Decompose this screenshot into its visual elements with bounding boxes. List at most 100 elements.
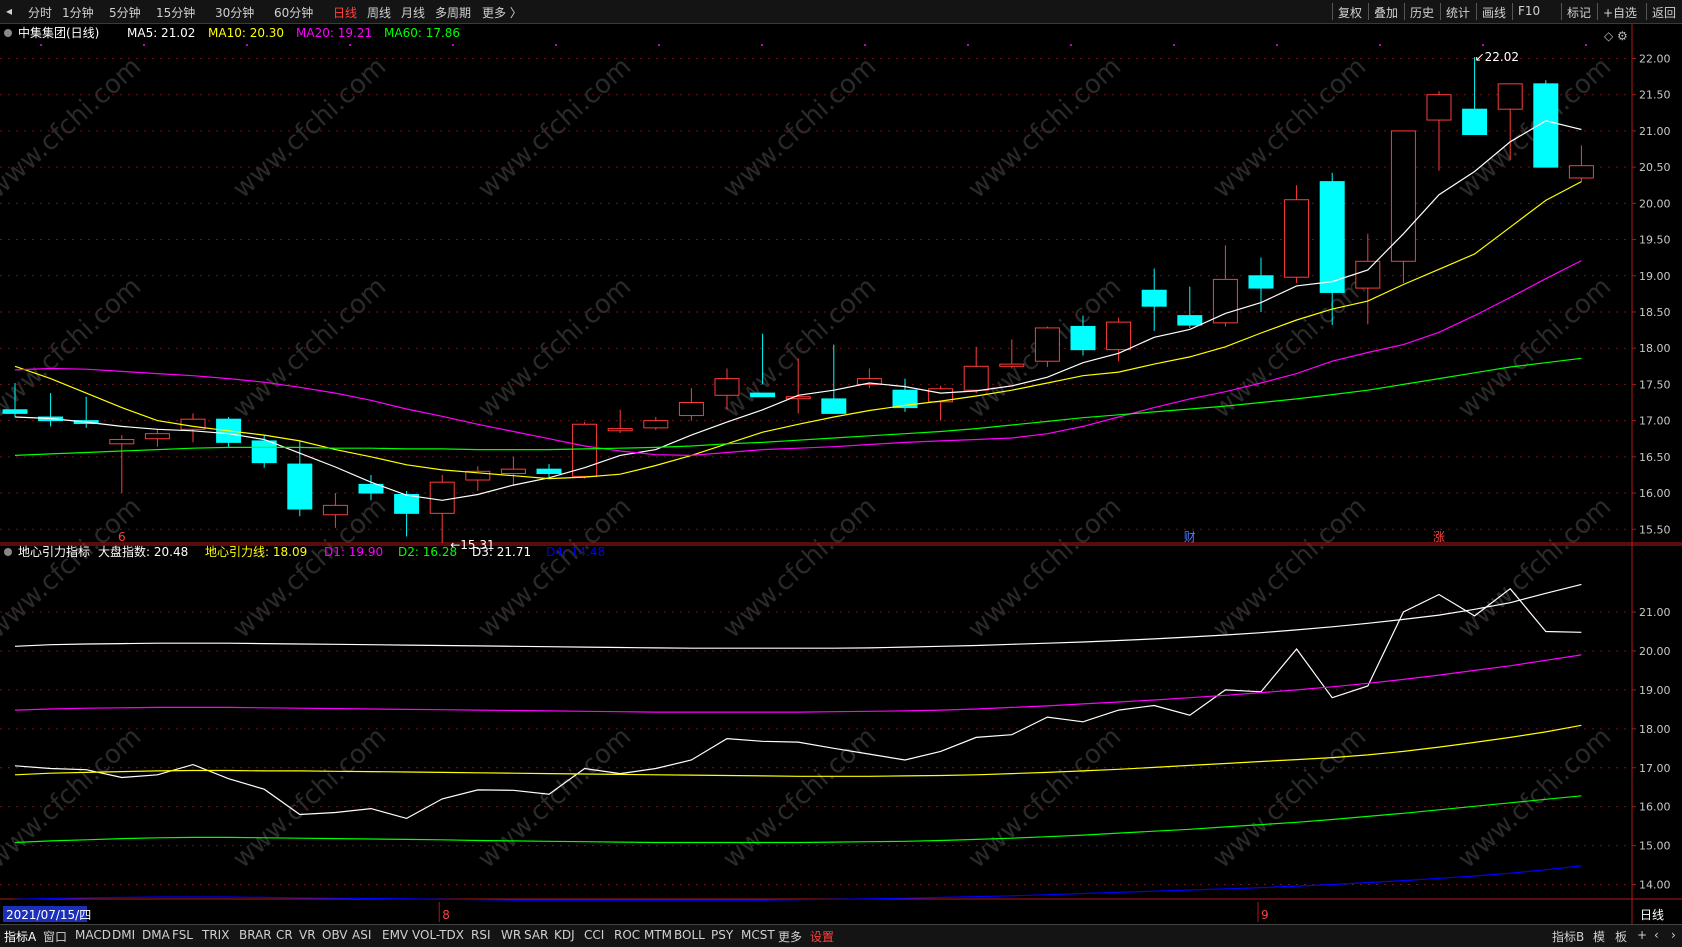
tool-4[interactable]: 画线 xyxy=(1482,4,1506,21)
main-legend: 中集集团(日线) MA5: 21.02 MA10: 20.30 MA20: 19.21… xyxy=(4,25,460,40)
indicator-tab-wr-15[interactable]: WR xyxy=(501,928,521,942)
main-tick-label-10: 17.00 xyxy=(1639,415,1671,428)
period-tab-3[interactable]: 15分钟 xyxy=(156,4,195,21)
candle-body-35 xyxy=(1248,275,1274,289)
event-marker-1[interactable]: 财 xyxy=(1184,530,1196,544)
watermark-layer: www.cfchi.com www.cfchi.com www.cfchi.com w… xyxy=(0,52,1617,875)
tool-1[interactable]: 叠加 xyxy=(1374,4,1398,21)
candle-body-31 xyxy=(1106,321,1132,351)
tool-7[interactable]: +自选 xyxy=(1603,4,1637,21)
top-grid-dot xyxy=(349,44,351,46)
tool-3[interactable]: 统计 xyxy=(1446,4,1470,21)
indicator-tab-trix-6[interactable]: TRIX xyxy=(202,928,229,942)
tool-separator xyxy=(1646,3,1647,20)
main-tick-label-12: 16.00 xyxy=(1639,487,1671,500)
indicator-tab-dma-4[interactable]: DMA xyxy=(142,928,170,942)
indicator-tab-item-1[interactable]: 窗口 xyxy=(43,928,67,945)
period-tab-0[interactable]: 分时 xyxy=(28,4,52,21)
main-tick-label-2: 21.00 xyxy=(1639,125,1671,138)
candle-body-18 xyxy=(643,420,669,429)
settings-icon[interactable]: ⚙ xyxy=(1617,29,1628,43)
watermark-1-3: www.cfchi.com xyxy=(227,722,392,875)
period-tab-2[interactable]: 5分钟 xyxy=(109,4,141,21)
period-tab-1[interactable]: 1分钟 xyxy=(62,4,94,21)
back-icon[interactable]: ◂ xyxy=(6,4,12,18)
sub-legend-item-3: D1: 19.90 xyxy=(324,545,383,559)
tool-separator xyxy=(1597,3,1598,20)
tool-5[interactable]: F10 xyxy=(1518,4,1540,18)
period-tab-10[interactable]: 更多 〉 xyxy=(482,4,522,21)
sub-legend-item-5: D3: 21.71 xyxy=(472,545,531,559)
sub-tick-label-3: 18.00 xyxy=(1639,723,1671,736)
period-tab-5[interactable]: 60分钟 xyxy=(274,4,313,21)
tool-2[interactable]: 历史 xyxy=(1410,4,1434,21)
indicator-tab-roc-19[interactable]: ROC xyxy=(614,928,640,942)
top-grid-dot xyxy=(143,44,145,46)
event-marker-2[interactable]: 涨 xyxy=(1433,529,1445,544)
indicator-tab-fsl-5[interactable]: FSL xyxy=(172,928,193,942)
sub-legend-toggle-icon[interactable] xyxy=(4,548,12,556)
candle-body-17 xyxy=(607,428,633,432)
indicator-tab-obv-10[interactable]: OBV xyxy=(322,928,348,942)
main-tick-label-6: 19.00 xyxy=(1639,270,1671,283)
main-tick-label-0: 22.00 xyxy=(1639,52,1671,65)
candle-body-4 xyxy=(144,433,170,440)
indicator-tab-cr-8[interactable]: CR xyxy=(276,928,293,942)
sub-tick-label-1: 20.00 xyxy=(1639,645,1671,658)
period-tab-6[interactable]: 日线 xyxy=(333,4,357,21)
indicator-tab-emv-12[interactable]: EMV xyxy=(382,928,408,942)
period-tab-7[interactable]: 周线 xyxy=(367,4,391,21)
main-tick-label-1: 21.50 xyxy=(1639,89,1671,102)
main-tick-label-7: 18.50 xyxy=(1639,306,1671,319)
indicator-tab-boll-21[interactable]: BOLL xyxy=(674,928,705,942)
indicator-tab-psy-22[interactable]: PSY xyxy=(711,928,733,942)
period-tab-8[interactable]: 月线 xyxy=(401,4,425,21)
indicator-tab-brar-7[interactable]: BRAR xyxy=(239,928,272,942)
watermark-6-3: www.cfchi.com xyxy=(1452,722,1617,875)
tool-separator xyxy=(1404,3,1405,20)
bottom-right-control-5[interactable]: › xyxy=(1671,928,1676,942)
indicator-tab-sar-16[interactable]: SAR xyxy=(524,928,548,942)
indicator-tab-dmi-3[interactable]: DMI xyxy=(112,928,135,942)
candle-body-33 xyxy=(1177,315,1203,326)
tool-6[interactable]: 标记 xyxy=(1567,4,1591,21)
indicator-tab-vr-9[interactable]: VR xyxy=(299,928,316,942)
candle-body-29 xyxy=(1034,327,1060,362)
period-tab-4[interactable]: 30分钟 xyxy=(215,4,254,21)
watermark-4-2: www.cfchi.com xyxy=(962,492,1127,645)
bottom-right-control-4[interactable]: ‹ xyxy=(1654,928,1659,942)
tool-separator xyxy=(1476,3,1477,20)
candle-body-41 xyxy=(1462,108,1488,136)
indicator-tab-asi-11[interactable]: ASI xyxy=(352,928,371,942)
watermark-5-2: www.cfchi.com xyxy=(1207,492,1372,645)
tool-separator xyxy=(1368,3,1369,20)
indicator-tab-kdj-17[interactable]: KDJ xyxy=(554,928,575,942)
indicator-tab-item-24[interactable]: 更多 xyxy=(778,928,802,945)
bottom-right-control-1[interactable]: 模 xyxy=(1593,928,1605,945)
tool-0[interactable]: 复权 xyxy=(1338,4,1362,21)
bottom-right-control-2[interactable]: 板 xyxy=(1615,928,1627,945)
period-tab-9[interactable]: 多周期 xyxy=(435,4,471,21)
main-legend-toggle-icon[interactable] xyxy=(4,29,12,37)
tool-separator xyxy=(1440,3,1441,20)
bottom-right-control-0[interactable]: 指标B xyxy=(1552,928,1584,945)
tool-8[interactable]: 返回 xyxy=(1652,4,1676,21)
top-grid-dot xyxy=(864,44,866,46)
indicator-tab-vol-tdx-13[interactable]: VOL-TDX xyxy=(412,928,464,942)
main-legend-item-4: MA60: 17.86 xyxy=(384,26,460,40)
top-grid-dot xyxy=(1276,44,1278,46)
indicator-tab-rsi-14[interactable]: RSI xyxy=(471,928,491,942)
indicator-tab-macd-2[interactable]: MACD xyxy=(75,928,111,942)
watermark-3-0: www.cfchi.com xyxy=(717,52,882,205)
diamond-icon[interactable]: ◇ xyxy=(1604,29,1614,43)
watermark-2-2: www.cfchi.com xyxy=(472,492,637,645)
indicator-tab-item-25[interactable]: 设置 xyxy=(810,928,834,945)
watermark-2-3: www.cfchi.com xyxy=(472,722,637,875)
event-marker-0[interactable]: 6 xyxy=(118,530,126,544)
bottom-right-control-3[interactable]: + xyxy=(1637,928,1647,942)
indicator-tab-mtm-20[interactable]: MTM xyxy=(644,928,672,942)
indicator-tab-cci-18[interactable]: CCI xyxy=(584,928,604,942)
main-tick-label-5: 19.50 xyxy=(1639,234,1671,247)
indicator-tab-a-0[interactable]: 指标A xyxy=(4,928,36,945)
indicator-tab-mcst-23[interactable]: MCST xyxy=(741,928,775,942)
